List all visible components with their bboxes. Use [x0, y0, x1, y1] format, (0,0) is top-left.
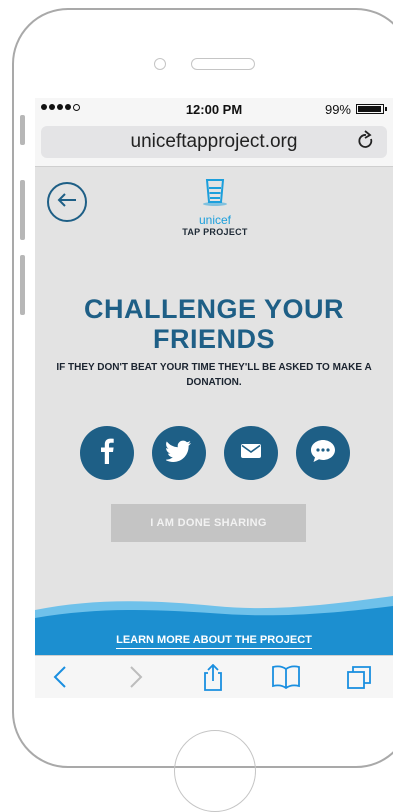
battery-icon — [356, 104, 387, 114]
battery-percent: 99% — [324, 102, 351, 117]
done-sharing-button[interactable]: I AM DONE SHARING — [111, 504, 306, 542]
chat-icon — [310, 439, 336, 468]
forward-nav-icon[interactable] — [121, 664, 149, 690]
page-subtitle: IF THEY DON'T BEAT YOUR TIME THEY'LL BE … — [56, 362, 372, 388]
address-bar[interactable]: uniceftapproject.org — [41, 126, 387, 158]
mute-switch — [20, 115, 25, 145]
share-icon[interactable] — [199, 663, 227, 691]
home-button — [174, 730, 256, 812]
volume-up-button — [20, 180, 25, 240]
back-nav-icon[interactable] — [47, 664, 75, 690]
reload-icon[interactable] — [357, 130, 375, 158]
facebook-share-button[interactable] — [80, 426, 134, 480]
learn-more-label: LEARN MORE ABOUT THE PROJECT — [116, 634, 312, 649]
browser-address-area: uniceftapproject.org — [35, 120, 393, 167]
unicef-tap-logo: unicef TAP PROJECT — [167, 178, 263, 237]
learn-more-link[interactable]: LEARN MORE ABOUT THE PROJECT — [35, 634, 393, 649]
back-arrow-icon — [56, 192, 78, 213]
tabs-icon[interactable] — [345, 664, 373, 690]
email-share-button[interactable] — [224, 426, 278, 480]
twitter-share-button[interactable] — [152, 426, 206, 480]
mail-icon — [241, 443, 261, 463]
share-buttons — [80, 426, 350, 480]
earpiece-speaker — [191, 58, 255, 70]
url-text: uniceftapproject.org — [130, 131, 298, 152]
browser-toolbar — [35, 655, 393, 698]
back-button[interactable] — [47, 182, 87, 222]
bookmarks-icon[interactable] — [271, 664, 300, 690]
twitter-icon — [165, 440, 192, 467]
logo-subtitle: TAP PROJECT — [182, 227, 248, 237]
page-title: CHALLENGE YOUR FRIENDS — [83, 294, 345, 354]
water-glass-icon — [203, 179, 227, 206]
phone-screen: 12:00 PM 99% uniceftapproject.org unicef… — [35, 98, 393, 698]
volume-down-button — [20, 255, 25, 315]
logo-brand: unicef — [198, 213, 232, 227]
message-share-button[interactable] — [296, 426, 350, 480]
facebook-icon — [97, 438, 117, 469]
front-camera — [154, 58, 166, 70]
status-bar: 12:00 PM 99% — [35, 98, 393, 120]
